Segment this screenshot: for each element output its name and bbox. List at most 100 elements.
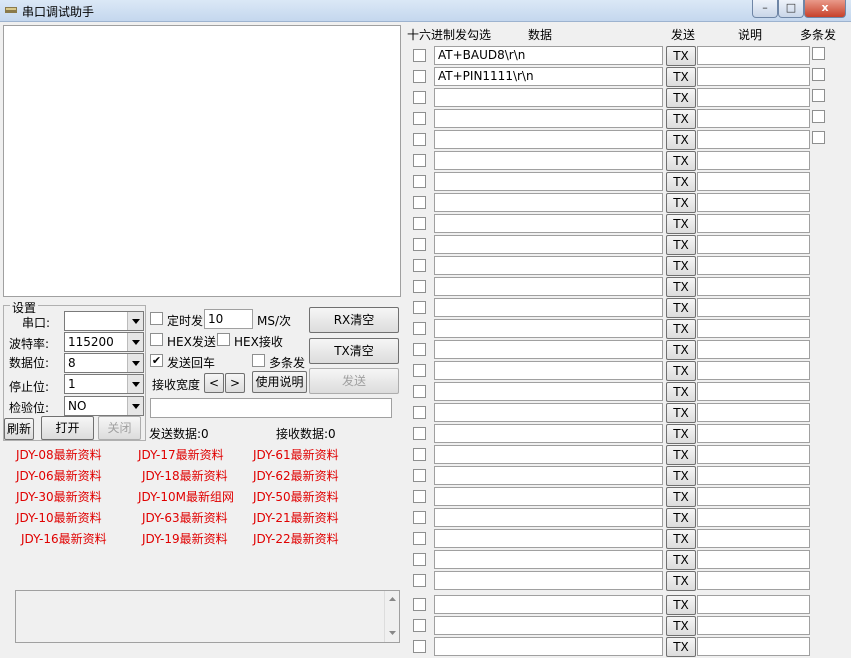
tx-button[interactable]: TX [666,529,696,549]
log-textarea[interactable] [15,590,400,643]
data-input[interactable] [434,637,663,656]
desc-input[interactable] [697,529,810,548]
desc-input[interactable] [697,214,810,233]
data-input[interactable] [434,382,663,401]
chevron-down-icon[interactable] [127,312,143,330]
baud-select[interactable]: 115200 [64,332,144,352]
hex-checkbox[interactable] [413,385,426,398]
data-input[interactable] [434,340,663,359]
desc-input[interactable] [697,193,810,212]
doc-link[interactable]: JDY-06最新资料 [16,467,102,484]
scroll-down-icon[interactable] [389,631,396,636]
vertical-scrollbar[interactable] [384,591,399,642]
scroll-up-icon[interactable] [389,597,396,602]
doc-link[interactable]: JDY-10最新资料 [16,509,102,526]
tx-button[interactable]: TX [666,109,696,129]
tx-button[interactable]: TX [666,214,696,234]
send-button[interactable]: 发送 [309,368,399,394]
hex-checkbox[interactable] [413,511,426,524]
tx-button[interactable]: TX [666,256,696,276]
tx-button[interactable]: TX [666,46,696,66]
manual-button[interactable]: 使用说明 [252,371,307,393]
chevron-down-icon[interactable] [127,354,143,372]
desc-input[interactable] [697,571,810,590]
hex-checkbox[interactable] [413,598,426,611]
tx-button[interactable]: TX [666,445,696,465]
tx-button[interactable]: TX [666,319,696,339]
data-input[interactable] [434,361,663,380]
data-input[interactable] [434,151,663,170]
desc-input[interactable] [697,46,810,65]
data-input[interactable] [434,109,663,128]
chevron-down-icon[interactable] [127,333,143,351]
doc-link[interactable]: JDY-10M最新组网 [138,488,234,505]
hex-checkbox[interactable] [413,112,426,125]
hex-checkbox[interactable] [413,196,426,209]
doc-link[interactable]: JDY-30最新资料 [16,488,102,505]
desc-input[interactable] [697,298,810,317]
doc-link[interactable]: JDY-22最新资料 [253,530,339,547]
doc-link[interactable]: JDY-18最新资料 [142,467,228,484]
databits-select[interactable]: 8 [64,353,144,373]
hex-checkbox[interactable] [413,364,426,377]
hex-checkbox[interactable] [413,469,426,482]
data-input[interactable] [434,445,663,464]
close-window-button[interactable]: x [804,0,846,18]
multi-checkbox[interactable] [812,89,825,102]
data-input[interactable] [434,424,663,443]
desc-input[interactable] [697,340,810,359]
hex-checkbox[interactable] [413,238,426,251]
hex-checkbox[interactable] [413,406,426,419]
hex-checkbox[interactable] [413,91,426,104]
desc-input[interactable] [697,382,810,401]
doc-link[interactable]: JDY-21最新资料 [253,509,339,526]
desc-input[interactable] [697,319,810,338]
stopbits-select[interactable]: 1 [64,374,144,394]
port-select[interactable] [64,311,144,331]
data-input[interactable] [434,550,663,569]
desc-input[interactable] [697,445,810,464]
send-newline-checkbox[interactable]: ✔ [150,354,163,367]
data-input[interactable] [434,214,663,233]
desc-input[interactable] [697,235,810,254]
desc-input[interactable] [697,550,810,569]
data-input[interactable]: AT+PIN1111\r\n [434,67,663,86]
doc-link[interactable]: JDY-61最新资料 [253,446,339,463]
data-input[interactable] [434,487,663,506]
desc-input[interactable] [697,595,810,614]
doc-link[interactable]: JDY-50最新资料 [253,488,339,505]
hex-checkbox[interactable] [413,343,426,356]
hex-checkbox[interactable] [413,175,426,188]
hex-recv-checkbox[interactable] [217,333,230,346]
close-port-button[interactable]: 关闭 [98,416,141,440]
data-input[interactable] [434,529,663,548]
tx-button[interactable]: TX [666,595,696,615]
data-input[interactable] [434,235,663,254]
tx-button[interactable]: TX [666,235,696,255]
tx-button[interactable]: TX [666,403,696,423]
hex-checkbox[interactable] [413,259,426,272]
receive-textarea[interactable] [3,25,401,297]
refresh-button[interactable]: 刷新 [4,418,34,440]
doc-link[interactable]: JDY-63最新资料 [142,509,228,526]
desc-input[interactable] [697,172,810,191]
data-input[interactable] [434,88,663,107]
tx-button[interactable]: TX [666,277,696,297]
data-input[interactable] [434,172,663,191]
rx-clear-button[interactable]: RX清空 [309,307,399,333]
doc-link[interactable]: JDY-17最新资料 [138,446,224,463]
data-input[interactable] [434,319,663,338]
data-input[interactable] [434,466,663,485]
tx-button[interactable]: TX [666,466,696,486]
interval-input[interactable]: 10 [204,309,253,329]
tx-button[interactable]: TX [666,67,696,87]
hex-checkbox[interactable] [413,448,426,461]
hex-checkbox[interactable] [413,427,426,440]
tx-button[interactable]: TX [666,637,696,657]
open-port-button[interactable]: 打开 [41,416,94,440]
tx-button[interactable]: TX [666,88,696,108]
desc-input[interactable] [697,277,810,296]
hex-checkbox[interactable] [413,301,426,314]
data-input[interactable] [434,193,663,212]
multi-checkbox[interactable] [812,110,825,123]
